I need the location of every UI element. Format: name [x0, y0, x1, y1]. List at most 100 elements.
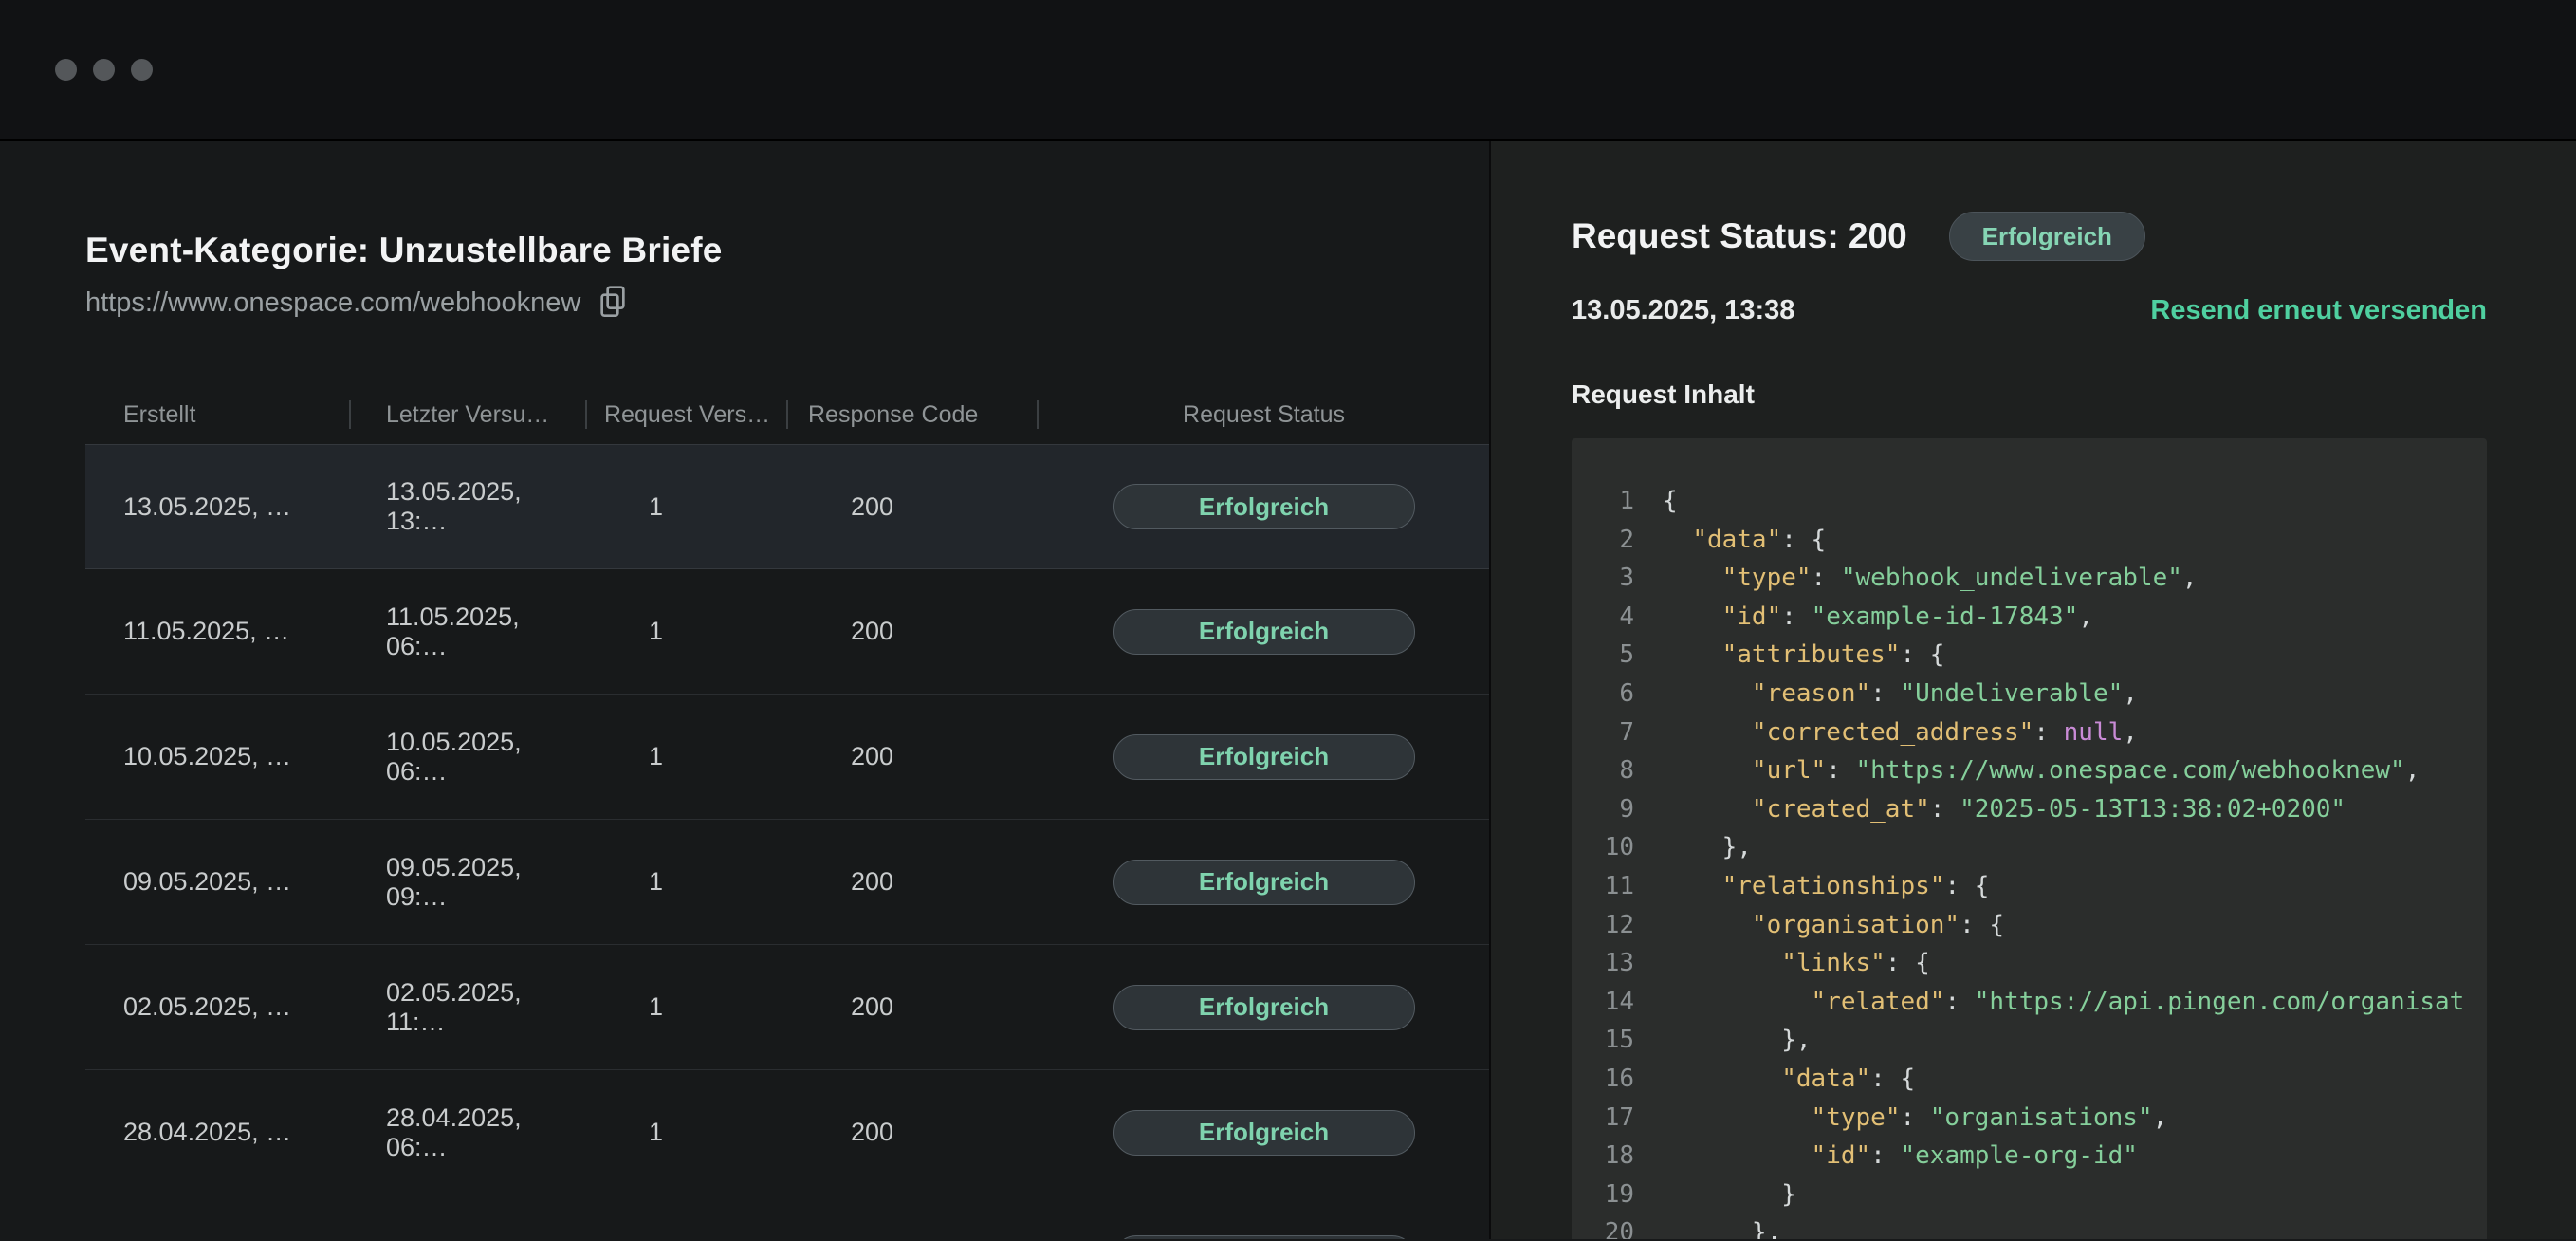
event-list-panel: Event-Kategorie: Unzustellbare Briefe ht…: [0, 141, 1489, 1239]
cell-letzter-versuch: [351, 1195, 587, 1239]
cell-response-code: 200: [788, 820, 1039, 944]
code-line: 12 "organisation": {: [1572, 906, 2487, 945]
line-number: 4: [1572, 598, 1634, 637]
line-number: 15: [1572, 1021, 1634, 1060]
line-number: 11: [1572, 867, 1634, 906]
cell-erstellt: [85, 1195, 351, 1239]
code-line: 17 "type": "organisations",: [1572, 1099, 2487, 1138]
cell-erstellt: 28.04.2025, …: [85, 1070, 351, 1195]
line-number: 2: [1572, 521, 1634, 560]
code-line: 18 "id": "example-org-id": [1572, 1137, 2487, 1176]
column-header-request-versuche[interactable]: Request Vers…: [587, 385, 788, 444]
line-number: 9: [1572, 790, 1634, 829]
table-row[interactable]: 09.05.2025, …09.05.2025, 09:…1200 Erfolgr…: [85, 820, 1489, 945]
resend-link[interactable]: Resend erneut versenden: [2150, 295, 2487, 326]
code-line: 14 "related": "https://api.pingen.com/or…: [1572, 983, 2487, 1022]
line-number: 12: [1572, 906, 1634, 945]
line-number: 16: [1572, 1060, 1634, 1099]
code-line: 19 }: [1572, 1176, 2487, 1214]
table-row[interactable]: 11.05.2025, …11.05.2025, 06:…1200Erfolgr…: [85, 569, 1489, 695]
cell-letzter-versuch: 11.05.2025, 06:…: [351, 569, 587, 694]
cell-request-status: Erfolgreich: [1039, 569, 1489, 694]
cell-response-code: [788, 1195, 1039, 1239]
cell-response-code: 200: [788, 445, 1039, 568]
code-line: 5 "attributes": {: [1572, 636, 2487, 675]
cell-request-versuche: [587, 1195, 788, 1239]
request-status-title: Request Status: 200: [1572, 216, 1907, 256]
table-row[interactable]: 13.05.2025, …13.05.2025, 13:…1200Erfolgr…: [85, 444, 1489, 569]
cell-request-status: Erfolgreich: [1039, 820, 1489, 944]
code-line: 4 "id": "example-id-17843",: [1572, 598, 2487, 637]
column-header-letzter-versuch[interactable]: Letzter Versu…: [351, 385, 587, 444]
status-badge: Erfolgreich: [1113, 860, 1415, 905]
line-number: 3: [1572, 559, 1634, 598]
status-row: Request Status: 200 Erfolgreich: [1572, 212, 2487, 261]
code-line: 13 "links": {: [1572, 944, 2487, 983]
cell-response-code: 200: [788, 1070, 1039, 1195]
line-number: 20: [1572, 1213, 1634, 1239]
table-row[interactable]: 02.05.2025, …02.05.2025, 11:…1200Erfolgr…: [85, 945, 1489, 1070]
cell-request-status: Erfolgreich: [1039, 1195, 1489, 1239]
cell-letzter-versuch: 13.05.2025, 13:…: [351, 445, 587, 568]
code-line: 6 "reason": "Undeliverable",: [1572, 675, 2487, 713]
status-badge: Erfolgreich: [1113, 484, 1415, 529]
main-content: Event-Kategorie: Unzustellbare Briefe ht…: [0, 141, 2576, 1239]
webhook-url-row: https://www.onespace.com/webhooknew: [85, 282, 1489, 324]
webhook-url: https://www.onespace.com/webhooknew: [85, 287, 580, 319]
status-badge: Erfolgreich: [1113, 1235, 1415, 1240]
line-number: 13: [1572, 944, 1634, 983]
request-content-code: 1{2 "data": {3 "type": "webhook_undelive…: [1572, 438, 2487, 1239]
copy-icon: [598, 284, 628, 323]
code-line: 11 "relationships": {: [1572, 867, 2487, 906]
status-badge: Erfolgreich: [1113, 734, 1415, 780]
column-header-request-status[interactable]: Request Status: [1039, 385, 1489, 444]
status-badge: Erfolgreich: [1113, 609, 1415, 655]
status-badge: Erfolgreich: [1113, 985, 1415, 1030]
code-line: 7 "corrected_address": null,: [1572, 713, 2487, 752]
line-number: 18: [1572, 1137, 1634, 1176]
cell-request-versuche: 1: [587, 695, 788, 819]
requests-table: Erstellt Letzter Versu… Request Vers… Re…: [85, 385, 1489, 1239]
code-line: 15 },: [1572, 1021, 2487, 1060]
cell-erstellt: 11.05.2025, …: [85, 569, 351, 694]
cell-erstellt: 02.05.2025, …: [85, 945, 351, 1069]
cell-letzter-versuch: 09.05.2025, 09:…: [351, 820, 587, 944]
request-timestamp: 13.05.2025, 13:38: [1572, 295, 1794, 326]
code-line: 16 "data": {: [1572, 1060, 2487, 1099]
column-header-response-code[interactable]: Response Code: [788, 385, 1039, 444]
code-line: 10 },: [1572, 828, 2487, 867]
cell-request-status: Erfolgreich: [1039, 445, 1489, 568]
window-control-dot-icon[interactable]: [131, 59, 153, 81]
window-titlebar: [0, 0, 2576, 141]
cell-request-status: Erfolgreich: [1039, 695, 1489, 819]
cell-erstellt: 10.05.2025, …: [85, 695, 351, 819]
page-title: Event-Kategorie: Unzustellbare Briefe: [85, 231, 1489, 270]
cell-letzter-versuch: 28.04.2025, 06:…: [351, 1070, 587, 1195]
table-row[interactable]: 10.05.2025, …10.05.2025, 06:…1200Erfolgr…: [85, 695, 1489, 820]
code-line: 20 },: [1572, 1213, 2487, 1239]
cell-erstellt: 09.05.2025, …: [85, 820, 351, 944]
code-line: 1{: [1572, 482, 2487, 521]
cell-request-versuche: 1: [587, 1070, 788, 1195]
column-header-erstellt[interactable]: Erstellt: [85, 385, 351, 444]
code-line: 3 "type": "webhook_undeliverable",: [1572, 559, 2487, 598]
request-content-label: Request Inhalt: [1572, 380, 2487, 410]
status-badge: Erfolgreich: [1949, 212, 2145, 261]
window-control-dot-icon[interactable]: [93, 59, 115, 81]
cell-request-status: Erfolgreich: [1039, 1070, 1489, 1195]
cell-letzter-versuch: 02.05.2025, 11:…: [351, 945, 587, 1069]
meta-row: 13.05.2025, 13:38 Resend erneut versende…: [1572, 295, 2487, 326]
table-row[interactable]: Erfolgreich: [85, 1195, 1489, 1239]
cell-request-versuche: 1: [587, 820, 788, 944]
line-number: 8: [1572, 751, 1634, 790]
line-number: 6: [1572, 675, 1634, 713]
code-line: 2 "data": {: [1572, 521, 2487, 560]
code-line: 8 "url": "https://www.onespace.com/webho…: [1572, 751, 2487, 790]
window-control-dot-icon[interactable]: [55, 59, 77, 81]
line-number: 17: [1572, 1099, 1634, 1138]
code-line: 9 "created_at": "2025-05-13T13:38:02+020…: [1572, 790, 2487, 829]
table-row[interactable]: 28.04.2025, …28.04.2025, 06:…1200Erfolgr…: [85, 1070, 1489, 1195]
table-header: Erstellt Letzter Versu… Request Vers… Re…: [85, 385, 1489, 444]
copy-url-button[interactable]: [596, 282, 630, 324]
cell-response-code: 200: [788, 945, 1039, 1069]
